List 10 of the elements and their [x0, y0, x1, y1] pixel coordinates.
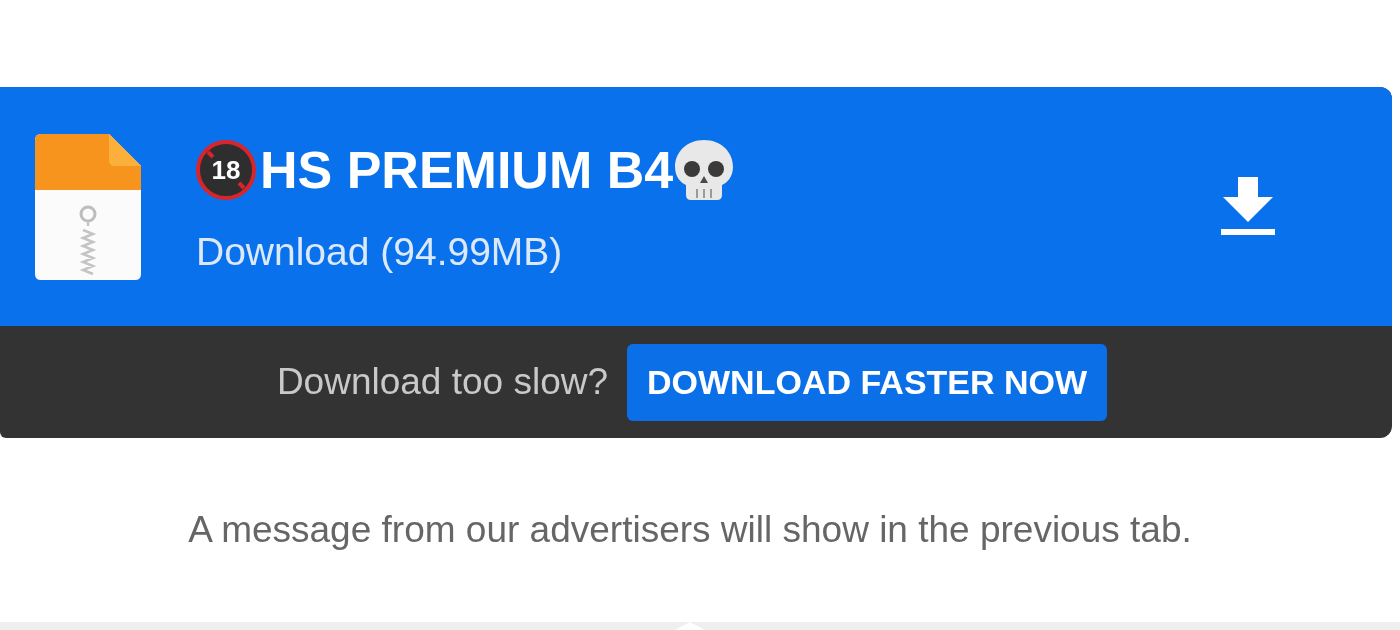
download-icon[interactable] — [1221, 176, 1275, 235]
skull-icon — [675, 139, 734, 200]
file-title: HS PREMIUM B4 — [260, 139, 674, 201]
file-header[interactable]: 18 HS PREMIUM B4 Download (94.99MB) — [0, 87, 1392, 326]
advertiser-notice: A message from our advertisers will show in the previous tab. — [187, 508, 1193, 552]
slow-download-prompt: Download too slow? — [276, 360, 609, 405]
file-size-text: Download (94.99MB) — [196, 228, 564, 275]
age-limit-badge: 18 — [196, 139, 256, 200]
download-faster-button[interactable]: DOWNLOAD FASTER NOW — [627, 343, 1108, 421]
zip-file-icon — [35, 133, 141, 280]
